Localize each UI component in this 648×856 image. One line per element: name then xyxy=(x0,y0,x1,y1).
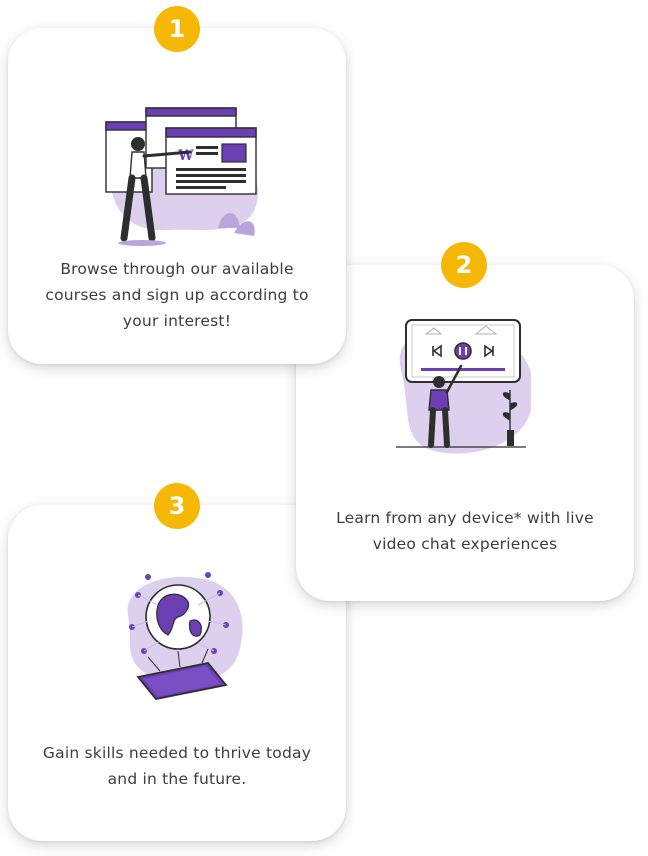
svg-text:W: W xyxy=(177,148,194,164)
global-skills-illustration-icon xyxy=(108,565,248,705)
step-number-badge-3: 3 xyxy=(154,483,200,529)
browse-courses-illustration-icon: W xyxy=(98,78,268,258)
step-card-1: W Browse through our available courses a… xyxy=(8,28,346,364)
step-description-1: Browse through our available courses and… xyxy=(45,260,309,330)
step-number-badge-1: 1 xyxy=(154,6,200,52)
step-number-badge-2: 2 xyxy=(441,242,487,288)
step-card-2: Learn from any device* with live video c… xyxy=(296,265,634,601)
step-description-2: Learn from any device* with live video c… xyxy=(336,509,594,553)
video-learning-illustration-icon xyxy=(381,310,534,460)
step-description-3: Gain skills needed to thrive today and i… xyxy=(42,744,312,788)
